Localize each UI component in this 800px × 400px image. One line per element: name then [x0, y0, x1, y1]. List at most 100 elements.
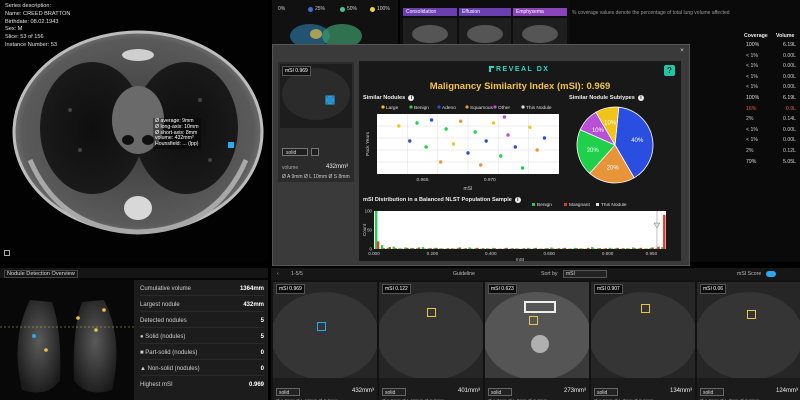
- copy-icon[interactable]: [311, 148, 319, 156]
- section-label: Similar Nodules: [363, 95, 406, 101]
- x-axis-label: mSI: [516, 257, 525, 261]
- stat-detected-nodules: Detected nodules 5: [140, 316, 264, 328]
- scatter-point: [466, 151, 470, 155]
- stat-label: Largest nodule: [140, 302, 180, 308]
- nodule-type-select[interactable]: solid: [594, 388, 618, 396]
- msi-modal: × mSI 0.969 solid volume 432mm³ Ø A 9mm …: [272, 44, 690, 266]
- sort-select[interactable]: mSI: [563, 270, 607, 278]
- nodule-scan: [485, 282, 589, 378]
- info-icon[interactable]: i: [637, 95, 644, 101]
- tab-emphysema[interactable]: Emphysema: [513, 8, 567, 16]
- coverage-row[interactable]: < 1% 0.00L: [692, 53, 798, 63]
- nodule-card[interactable]: mSI 0.06 solid 124mm³ Ø A 6mm Ø L 7mm Ø …: [697, 282, 800, 400]
- legend-marker: [532, 203, 535, 206]
- coverage-row[interactable]: 79% 5.05L: [692, 159, 798, 169]
- msi-badge: mSI 0.122: [382, 284, 411, 294]
- volume-value: 0.00L: [783, 73, 796, 80]
- legend-25: 25%: [308, 6, 325, 12]
- nodule-type-select[interactable]: solid: [700, 388, 724, 396]
- nodule-type-select[interactable]: solid: [382, 388, 406, 396]
- nodule-card-image: mSI 0.907: [591, 282, 695, 378]
- legend-label: Adeno: [442, 105, 456, 111]
- nodule-marker[interactable]: [529, 316, 538, 325]
- similar-nodules-title: Similar Nodules i: [363, 95, 415, 101]
- volume-value: 401mm³: [457, 388, 480, 394]
- pathology-thumbs: [403, 18, 567, 44]
- y-axis-label: Pack Years: [365, 131, 371, 156]
- coverage-row[interactable]: 100% 6.19L: [692, 95, 798, 105]
- malignant-bar: [382, 248, 386, 249]
- nodule-card-image: mSI 0.969: [273, 282, 377, 378]
- malignant-bar: [657, 246, 660, 249]
- scatter-point: [542, 136, 547, 140]
- nodule-marker[interactable]: [427, 308, 436, 317]
- nodule-card[interactable]: mSI 0.122 solid 401mm³ Ø A 9mm Ø L 10mm …: [379, 282, 483, 400]
- scatter-point: [499, 154, 503, 158]
- nodule-type-select[interactable]: solid: [282, 148, 308, 156]
- nodule-type-select[interactable]: solid: [276, 388, 300, 396]
- stat-value: 1364mm: [239, 286, 264, 292]
- nodule-type-select[interactable]: solid: [488, 388, 512, 396]
- stat-part-solid: ■ Part-solid (nodules) 0: [140, 348, 264, 360]
- malignant-bar: [663, 214, 666, 249]
- stat-value: 5: [260, 318, 264, 324]
- coverage-row[interactable]: 2% 0.12L: [692, 148, 798, 158]
- coverage-row[interactable]: < 1% 0.00L: [692, 127, 798, 137]
- volume-value: 432mm³: [351, 388, 374, 394]
- nodule-measurements: Ø average: 9mm Ø long-axis: 10mm Ø short…: [153, 118, 201, 149]
- ct-viewer[interactable]: Series description: Name: CREED BRATTON …: [0, 0, 268, 262]
- nodule-gallery: ‹ 1-5/5 Guideline Sort by mSI mSI Score …: [271, 268, 800, 400]
- meta-line: Name: CREED BRATTON: [5, 10, 71, 17]
- scatter-point: [408, 139, 412, 143]
- prev-page-icon[interactable]: ‹: [277, 271, 279, 277]
- tab-consolidation[interactable]: Consolidation: [403, 8, 457, 16]
- nodule-thumbnail[interactable]: mSI 0.969 solid volume 432mm³ Ø A 9mm Ø …: [278, 62, 354, 182]
- coverage-value: 100%: [746, 95, 760, 101]
- coverage-row[interactable]: < 1% 0.00L: [692, 84, 798, 94]
- y-tick-label: 50: [367, 228, 372, 233]
- viewport-icon[interactable]: [4, 250, 10, 256]
- revealdx-logo: REVEAL DX: [489, 66, 549, 73]
- coverage-row[interactable]: 2% 0.14L: [692, 116, 798, 126]
- coverage-row[interactable]: < 1% 0.00L: [692, 63, 798, 73]
- nodule-overview-panel: Nodule Detection Overview Cumulative vol…: [0, 268, 268, 400]
- overview-tab[interactable]: Nodule Detection Overview: [4, 270, 78, 278]
- tab-effusion[interactable]: Effusion: [459, 8, 511, 16]
- scatter-point: [479, 163, 483, 167]
- malignant-bar: [435, 247, 438, 249]
- stat-value: 5: [260, 334, 264, 340]
- coverage-value: < 1%: [746, 126, 758, 133]
- guideline-label[interactable]: Guideline: [453, 271, 475, 277]
- nodule-marker[interactable]: [228, 142, 234, 148]
- coverage-row[interactable]: 100% 6.19L: [692, 42, 798, 52]
- coverage-row[interactable]: 16% 0.9L: [692, 106, 798, 116]
- help-button[interactable]: ?: [664, 65, 675, 76]
- coverage-row[interactable]: < 1% 0.00L: [692, 137, 798, 147]
- lung-overview-image[interactable]: [0, 280, 134, 400]
- similar-nodules-chart[interactable]: Large Benign Adeno Squamous Other This Nodule…: [363, 102, 563, 194]
- nodule-marker[interactable]: [641, 304, 650, 313]
- info-icon[interactable]: i: [408, 95, 415, 101]
- close-icon[interactable]: ×: [679, 48, 685, 54]
- coverage-value: < 1%: [746, 137, 758, 144]
- nodule-marker[interactable]: [317, 322, 326, 331]
- msi-score-toggle[interactable]: [766, 271, 776, 277]
- legend-label: 100%: [377, 6, 390, 12]
- nodule-marker[interactable]: [747, 310, 756, 319]
- msi-distribution-chart[interactable]: Benign Malignant This Nodule 0.000 0.200 0.40…: [362, 203, 678, 261]
- scatter-point: [502, 115, 507, 119]
- meta-line: Series description:: [5, 3, 52, 9]
- scatter-point: [444, 127, 448, 131]
- volume-value: 0.00L: [783, 52, 796, 59]
- legend-label: This Nodule: [601, 203, 627, 208]
- nodule-card[interactable]: mSI 0.907 solid 134mm³ Ø A 6mm Ø L 7mm Ø…: [591, 282, 695, 400]
- coverage-value: 79%: [746, 158, 757, 165]
- legend-marker: [596, 203, 599, 206]
- coverage-row[interactable]: < 1% 0.00L: [692, 74, 798, 84]
- legend-label: 50%: [347, 6, 358, 12]
- malignant-bar: [429, 248, 432, 249]
- nodule-card[interactable]: mSI 0.969 solid 432mm³ Ø A 9mm Ø L 10mm …: [273, 282, 377, 400]
- nodule-card[interactable]: mSI 0.623 solid 273mm³ Ø A 7mm Ø L 8mm Ø…: [485, 282, 589, 400]
- legend-marker: [437, 105, 441, 109]
- subtypes-pie-chart[interactable]: 40% 20% 20% 10%10%: [575, 103, 675, 191]
